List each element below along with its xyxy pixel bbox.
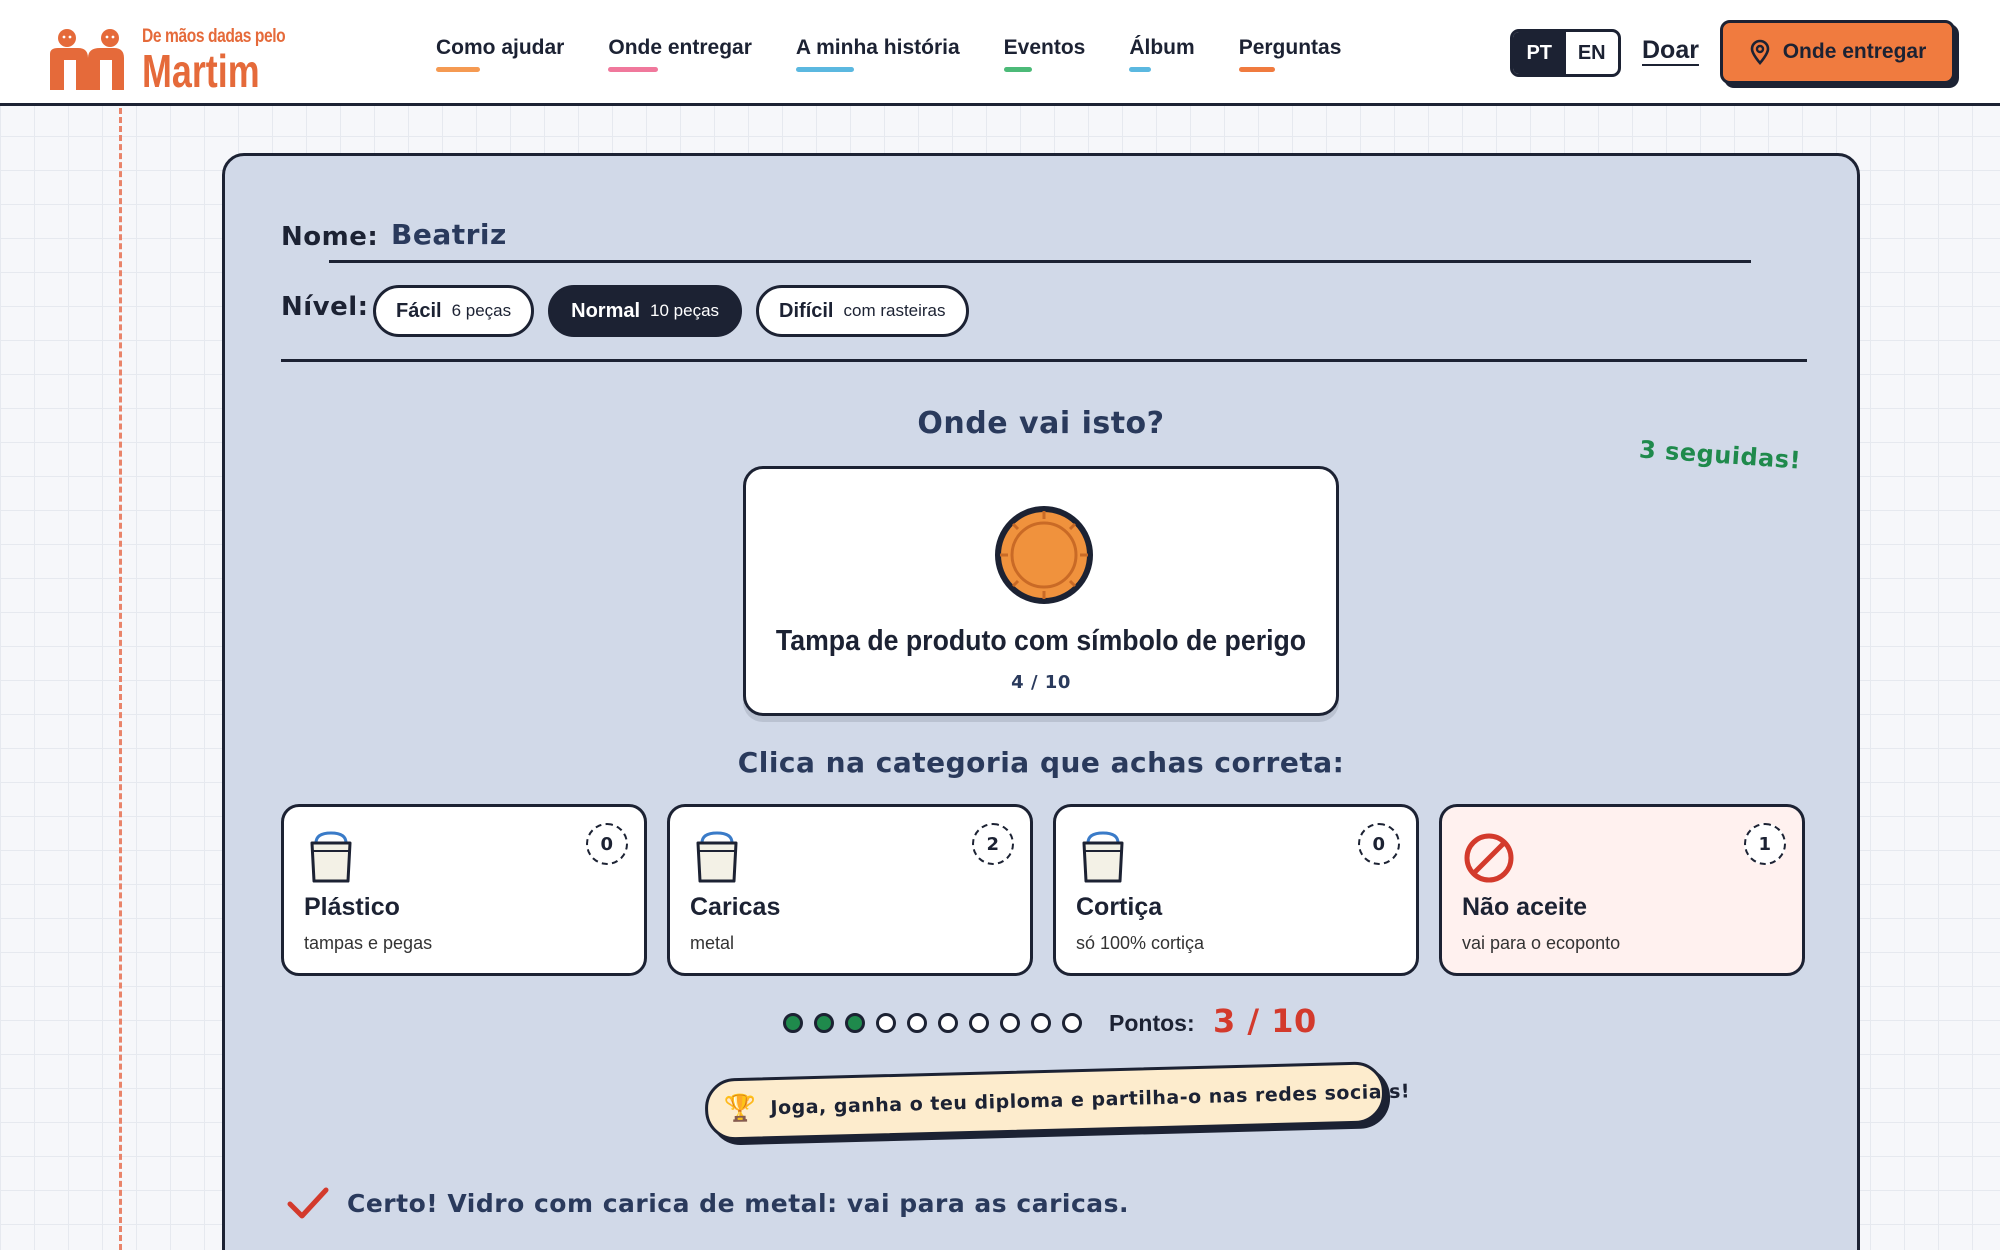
game-panel: Nome: Beatriz Nível: Fácil 6 peças Norma…	[222, 153, 1860, 1250]
level-detail: 6 peças	[451, 301, 512, 320]
progress-dot	[1000, 1013, 1020, 1033]
lang-pt-button[interactable]: PT	[1513, 32, 1566, 74]
bucket-icon	[696, 831, 738, 883]
name-input[interactable]: Beatriz	[391, 218, 507, 251]
bucket-icon	[1082, 831, 1124, 883]
onde-entregar-button[interactable]: Onde entregar	[1720, 20, 1955, 84]
progress-dot	[845, 1013, 865, 1033]
category-count-badge: 0	[1358, 823, 1400, 865]
level-label: Nível:	[281, 292, 369, 322]
score-value: 3 / 10	[1213, 1002, 1317, 1040]
progress-dot	[783, 1013, 803, 1033]
item-card: Tampa de produto com símbolo de perigo 4…	[743, 466, 1339, 716]
category-subtitle: vai para o ecoponto	[1462, 933, 1621, 953]
main-nav: Como ajudar Onde entregar A minha histór…	[436, 36, 1341, 72]
bottle-cap-icon	[995, 506, 1093, 604]
prohibited-icon	[1464, 833, 1514, 883]
nav-item-como-ajudar[interactable]: Como ajudar	[436, 36, 564, 72]
checkmark-icon	[287, 1187, 329, 1219]
onde-entregar-label: Onde entregar	[1782, 40, 1927, 63]
category-title: Cortiça	[1076, 893, 1163, 921]
item-title: Tampa de produto com símbolo de perigo	[775, 625, 1307, 657]
category-nao-aceite-button[interactable]: 1 Não aceite vai para o ecoponto	[1439, 804, 1805, 976]
question-heading: Onde vai isto?	[917, 406, 1165, 441]
category-plastico-button[interactable]: 0 Plástico tampas e pegas	[281, 804, 647, 976]
logo-name: Martim	[142, 45, 260, 97]
feedback-text: Certo! Vidro com carica de metal: vai pa…	[347, 1188, 1130, 1218]
nav-item-a-minha-historia[interactable]: A minha história	[795, 36, 960, 72]
category-title: Caricas	[690, 893, 781, 921]
trophy-icon: 🏆	[723, 1093, 757, 1125]
instruction-text: Clica na categoria que achas correta:	[737, 746, 1345, 779]
name-row: Nome: Beatriz	[281, 218, 1807, 258]
level-detail: 10 peças	[650, 301, 720, 320]
category-caricas-button[interactable]: 2 Caricas metal	[667, 804, 1033, 976]
streak-badge: 3 seguidas!	[1638, 435, 1802, 475]
progress-dot	[814, 1013, 834, 1033]
progress-dot	[938, 1013, 958, 1033]
level-name: Fácil	[396, 299, 442, 322]
level-dificil-button[interactable]: Difícil com rasteiras	[756, 285, 969, 337]
level-facil-button[interactable]: Fácil 6 peças	[373, 285, 535, 337]
nav-item-perguntas[interactable]: Perguntas	[1238, 36, 1341, 72]
category-subtitle: só 100% cortiça	[1076, 933, 1205, 953]
name-underline	[329, 260, 1751, 263]
margin-dashed-line	[119, 108, 122, 1250]
nav-item-eventos[interactable]: Eventos	[1003, 36, 1085, 72]
bucket-icon	[310, 831, 352, 883]
lang-en-button[interactable]: EN	[1566, 32, 1619, 74]
nav-item-album[interactable]: Álbum	[1129, 36, 1195, 72]
category-cortica-button[interactable]: 0 Cortiça só 100% cortiça	[1053, 804, 1419, 976]
diploma-banner[interactable]: 🏆 Joga, ganha o teu diploma e partilha-o…	[704, 1061, 1410, 1141]
logo-mark-icon	[50, 29, 124, 90]
category-title: Não aceite	[1462, 893, 1588, 921]
level-selector: Fácil 6 peças Normal 10 peças Difícil co…	[373, 285, 969, 337]
progress-dot	[907, 1013, 927, 1033]
level-detail: com rasteiras	[843, 301, 946, 320]
site-logo[interactable]: De mãos dadas pelo Martim	[48, 16, 286, 97]
donate-link[interactable]: Doar	[1642, 36, 1699, 65]
category-count-badge: 1	[1744, 823, 1786, 865]
section-divider	[281, 359, 1807, 362]
level-name: Difícil	[779, 299, 834, 322]
level-normal-button[interactable]: Normal 10 peças	[548, 285, 743, 337]
progress-dot	[969, 1013, 989, 1033]
progress-dots	[783, 1013, 1082, 1033]
item-counter: 4 / 10	[1011, 672, 1071, 693]
site-header: De mãos dadas pelo Martim Como ajudar On…	[0, 0, 2000, 106]
category-count-badge: 0	[586, 823, 628, 865]
category-list: 0 Plástico tampas e pegas 2 Caricas meta…	[281, 804, 1805, 976]
progress-dot	[1062, 1013, 1082, 1033]
category-subtitle: tampas e pegas	[304, 933, 433, 953]
language-switch: PT EN	[1510, 29, 1621, 77]
level-name: Normal	[571, 299, 641, 322]
nav-item-onde-entregar[interactable]: Onde entregar	[608, 36, 752, 72]
map-pin-icon	[1750, 39, 1770, 65]
score-label: Pontos:	[1109, 1010, 1195, 1036]
banner-text: Joga, ganha o teu diploma e partilha-o n…	[770, 1080, 1411, 1120]
progress-dot	[1031, 1013, 1051, 1033]
progress-dot	[876, 1013, 896, 1033]
name-label: Nome:	[281, 222, 379, 252]
category-title: Plástico	[304, 893, 400, 921]
feedback-message: Certo! Vidro com carica de metal: vai pa…	[287, 1186, 1129, 1220]
category-subtitle: metal	[690, 933, 735, 953]
category-count-badge: 2	[972, 823, 1014, 865]
